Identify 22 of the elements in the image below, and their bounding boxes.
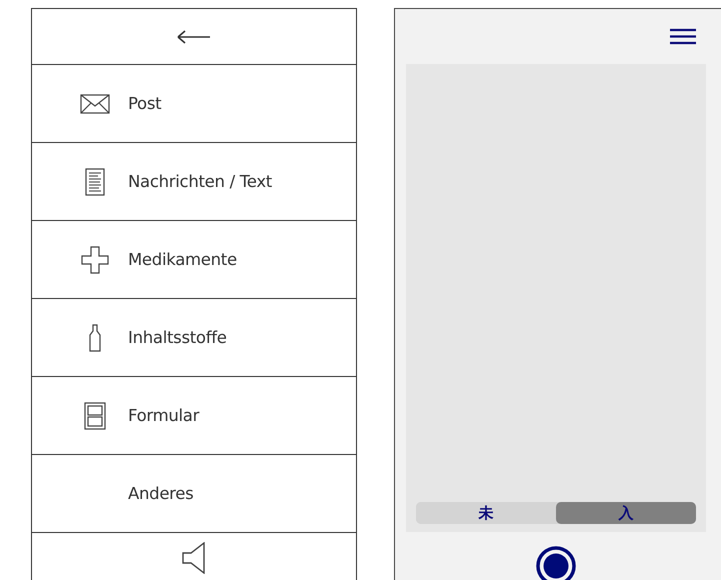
- menu-item-label: Inhaltsstoffe: [128, 328, 227, 347]
- cross-icon: [80, 246, 108, 274]
- menu-item-label: Nachrichten / Text: [128, 172, 272, 191]
- back-arrow-icon[interactable]: [177, 30, 211, 44]
- menu-item-label: Post: [128, 94, 162, 113]
- record-button[interactable]: [536, 546, 576, 580]
- menu-item[interactable]: Inhaltsstoffe: [32, 299, 356, 377]
- menu-item-label: Medikamente: [128, 250, 237, 269]
- menu-item-label: Formular: [128, 406, 200, 425]
- menu-icon[interactable]: [670, 28, 696, 45]
- menu-item[interactable]: Post: [32, 65, 356, 143]
- menu-item[interactable]: Nachrichten / Text: [32, 143, 356, 221]
- menu-item[interactable]: Anderes: [32, 455, 356, 533]
- menu-item-label: Anderes: [128, 484, 194, 503]
- speaker-icon[interactable]: [182, 542, 206, 574]
- segment-tab[interactable]: 入: [556, 502, 696, 524]
- form-icon: [84, 402, 106, 430]
- document-icon: [84, 168, 104, 196]
- envelope-icon: [80, 94, 110, 114]
- menu-item[interactable]: Medikamente: [32, 221, 356, 299]
- bottle-icon: [88, 324, 100, 352]
- menu-item[interactable]: Formular: [32, 377, 356, 455]
